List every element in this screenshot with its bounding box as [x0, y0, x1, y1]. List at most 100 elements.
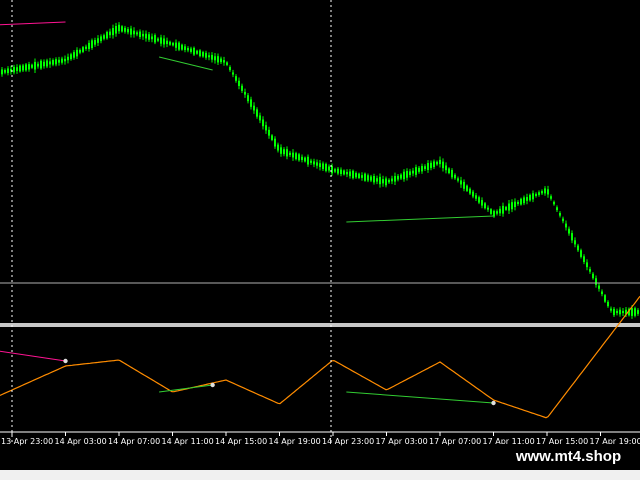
candle — [448, 167, 450, 175]
candle — [487, 205, 489, 212]
candle — [226, 61, 228, 67]
candle — [493, 209, 495, 218]
candle — [352, 169, 354, 180]
candle — [514, 198, 516, 211]
candle — [364, 172, 366, 182]
candle — [607, 300, 609, 308]
candle — [193, 46, 195, 56]
candle — [613, 307, 615, 317]
candle — [415, 164, 417, 178]
time-tick-label: 14 Apr 19:00 — [269, 437, 321, 446]
candle — [94, 37, 96, 47]
candle — [499, 206, 501, 217]
candle — [406, 168, 408, 181]
time-tick-label: 14 Apr 07:00 — [108, 437, 160, 446]
candle — [391, 175, 393, 185]
candle — [496, 209, 498, 216]
candle — [433, 159, 435, 170]
candle — [307, 154, 309, 167]
candle — [250, 96, 252, 110]
candle — [106, 30, 108, 40]
candle — [349, 169, 351, 179]
candle — [136, 30, 138, 37]
candle — [466, 184, 468, 192]
candle — [181, 43, 183, 51]
candle — [409, 168, 411, 178]
candle — [541, 189, 543, 196]
candle — [439, 156, 441, 168]
candle — [574, 237, 576, 248]
candle — [634, 306, 636, 318]
candle — [427, 160, 429, 173]
candle — [253, 102, 255, 114]
candle — [229, 65, 231, 72]
candle — [517, 200, 519, 206]
candle — [262, 116, 264, 130]
candle — [424, 164, 426, 171]
candle — [283, 147, 285, 157]
candle — [367, 173, 369, 183]
candle — [151, 33, 153, 43]
candle — [568, 226, 570, 236]
candle — [103, 33, 105, 41]
candle — [346, 169, 348, 178]
candle — [130, 25, 132, 38]
candle — [622, 307, 624, 317]
candle — [358, 172, 360, 180]
candle — [148, 32, 150, 42]
candle — [163, 35, 165, 48]
indicator-divergence — [0, 350, 68, 364]
candle — [490, 208, 492, 215]
candle — [298, 152, 300, 162]
candle — [328, 164, 330, 173]
candle — [109, 28, 111, 39]
candle — [460, 176, 462, 188]
candle — [37, 61, 39, 69]
candle — [46, 58, 48, 69]
candle — [355, 171, 357, 179]
candle — [457, 176, 459, 183]
candle — [403, 169, 405, 182]
bottom-scrollbar[interactable] — [0, 470, 640, 480]
candle — [205, 50, 207, 60]
time-tick-label: 17 Apr 03:00 — [376, 437, 428, 446]
candle — [73, 50, 75, 60]
panel-separator[interactable] — [0, 323, 640, 327]
price-divergence-line — [346, 215, 494, 223]
candle — [265, 121, 267, 134]
candle — [559, 211, 561, 218]
candle — [40, 59, 42, 70]
candle — [553, 200, 555, 206]
candle — [544, 186, 546, 196]
candle — [400, 173, 402, 180]
candle — [289, 150, 291, 158]
candle — [385, 176, 387, 188]
candle — [481, 197, 483, 209]
time-tick-label: 14 Apr 03:00 — [55, 437, 107, 446]
candle — [373, 173, 375, 185]
candle — [562, 216, 564, 224]
candle — [64, 55, 66, 65]
candle — [235, 74, 237, 83]
price-divergence-line — [0, 21, 66, 26]
candle — [523, 195, 525, 206]
candle — [52, 58, 54, 67]
candle — [421, 163, 423, 174]
candle — [118, 22, 120, 34]
candle — [379, 173, 381, 188]
candle — [304, 156, 306, 163]
oscillator-line — [0, 295, 640, 419]
candle — [1, 66, 3, 77]
candle — [382, 175, 384, 187]
candle — [619, 307, 621, 317]
candle — [100, 34, 102, 44]
candle — [202, 50, 204, 58]
candle — [223, 56, 225, 66]
candle — [565, 220, 567, 231]
candle — [469, 187, 471, 195]
candle — [508, 200, 510, 215]
candle — [295, 151, 297, 161]
price-chart[interactable]: 13 Apr 23:00 14 Apr 03:00 14 Apr 07:00 14 A… — [0, 0, 640, 480]
candle — [637, 308, 639, 316]
candle — [337, 167, 339, 176]
